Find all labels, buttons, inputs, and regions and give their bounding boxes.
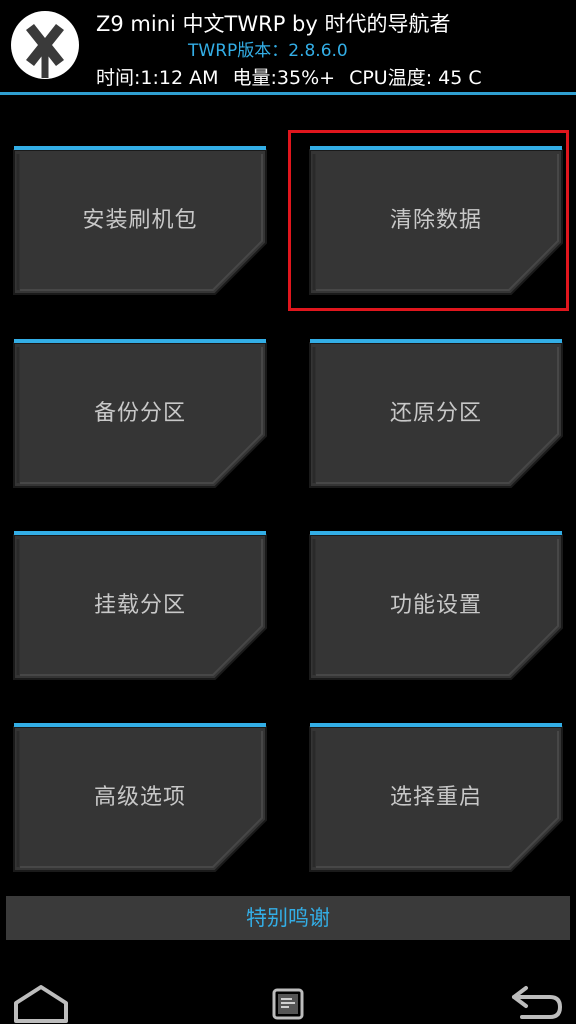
status-line: 时间:1:12 AM 电量:35%+ CPU温度: 45 C: [96, 63, 482, 90]
mount-label: 挂载分区: [93, 593, 186, 618]
install-button[interactable]: 安装刷机包: [12, 146, 268, 296]
nav-bar: [0, 975, 576, 1024]
credits-button[interactable]: 特别鸣谢: [6, 896, 570, 940]
install-label: 安装刷机包: [82, 208, 198, 233]
status-battery: 电量:35%+: [232, 67, 336, 89]
app-title: Z9 mini 中文TWRP by 时代的导航者: [96, 12, 451, 36]
advanced-button[interactable]: 高级选项: [12, 723, 268, 873]
header-divider: [0, 92, 576, 95]
backup-label: 备份分区: [93, 401, 186, 426]
settings-label: 功能设置: [389, 593, 482, 618]
console-icon[interactable]: [272, 988, 304, 1020]
back-icon[interactable]: [508, 985, 564, 1021]
header-bar: Z9 mini 中文TWRP by 时代的导航者 TWRP版本：2.8.6.0 …: [0, 0, 576, 92]
home-icon[interactable]: [12, 983, 70, 1023]
settings-button[interactable]: 功能设置: [308, 531, 564, 681]
backup-button[interactable]: 备份分区: [12, 339, 268, 489]
status-time: 时间:1:12 AM: [96, 67, 219, 89]
reboot-label: 选择重启: [389, 785, 482, 810]
status-cpu-temp: CPU温度: 45 C: [349, 67, 482, 89]
restore-button[interactable]: 还原分区: [308, 339, 564, 489]
reboot-button[interactable]: 选择重启: [308, 723, 564, 873]
mount-button[interactable]: 挂载分区: [12, 531, 268, 681]
restore-label: 还原分区: [389, 401, 482, 426]
advanced-label: 高级选项: [93, 785, 186, 810]
twrp-version: TWRP版本：2.8.6.0: [188, 41, 348, 61]
twrp-logo-icon: [11, 11, 79, 79]
wipe-label: 清除数据: [389, 208, 482, 233]
wipe-button[interactable]: 清除数据: [308, 146, 564, 296]
